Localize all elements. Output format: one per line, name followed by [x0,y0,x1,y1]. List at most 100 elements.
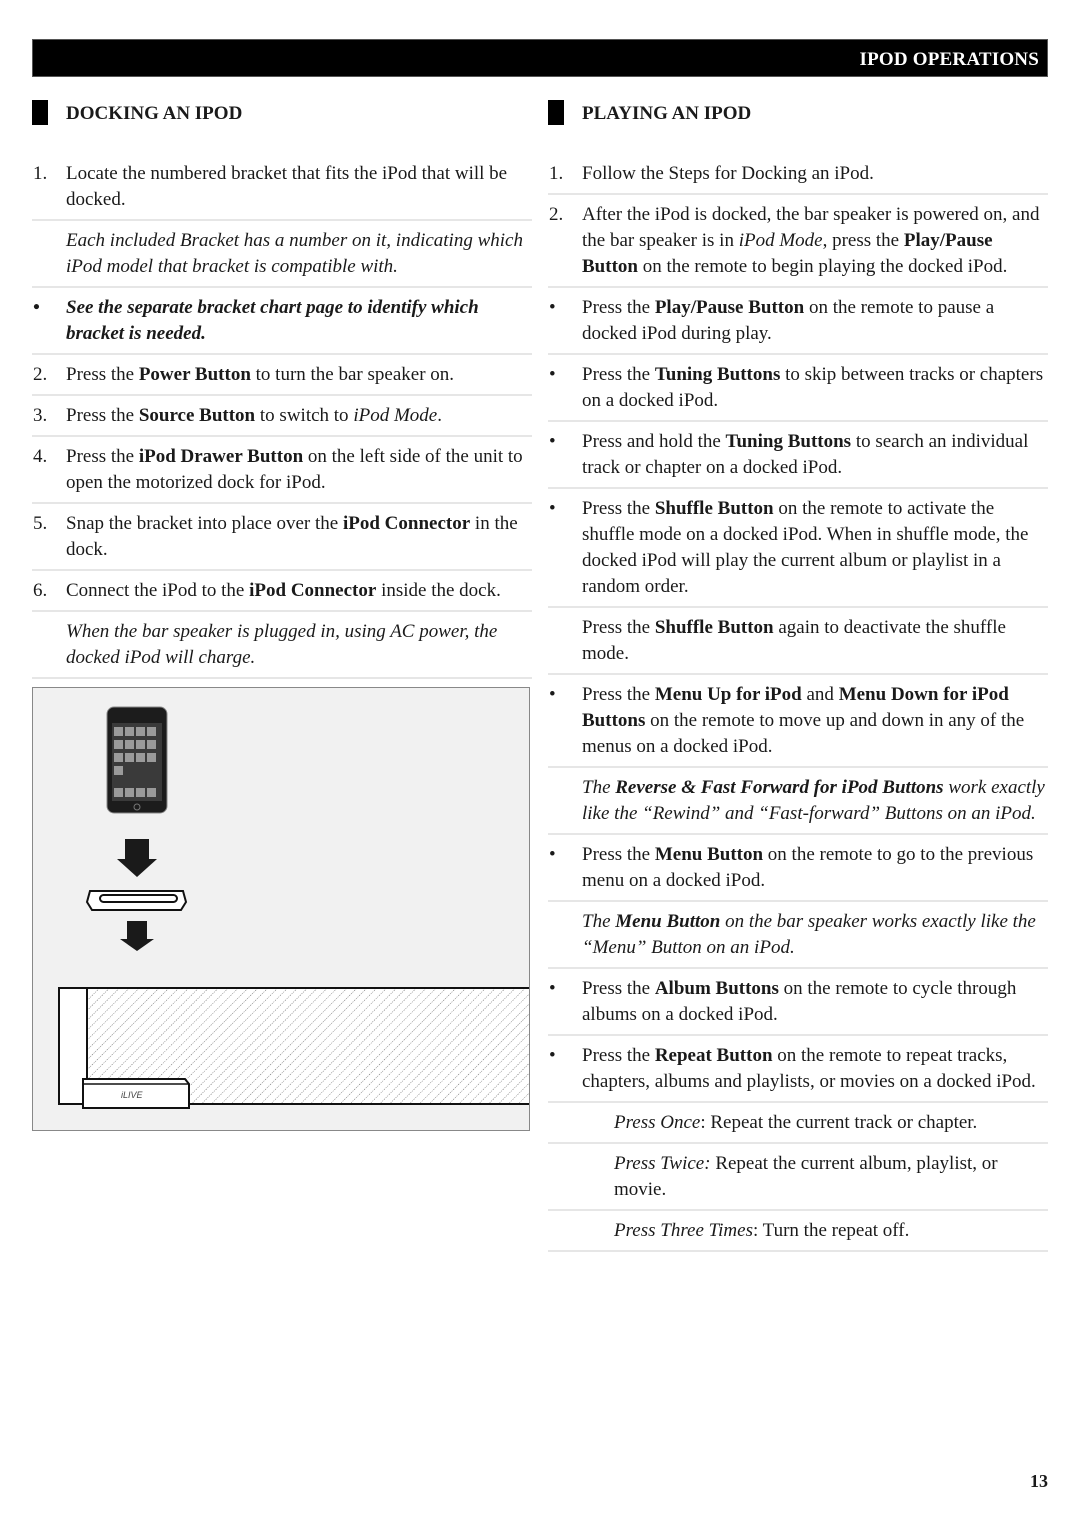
emphasis-term: Power Button [138,364,251,385]
page-section-title: IPOD OPERATIONS [859,49,1039,70]
emphasis-term: Menu Button [654,844,764,865]
text-run: Press the [582,617,655,638]
item-text: Press the Shuffle Button on the remote t… [582,498,1028,597]
text-run: Press and hold the [582,431,726,452]
text-run: Snap the bracket into place over the [66,513,343,534]
list-marker: 6. [33,580,48,601]
text-run: on the remote to begin playing the docke… [637,256,1008,277]
text-run: and [801,684,839,705]
list-item: • Press the Play/Pause Button on the remo… [548,288,1048,355]
emphasis-term: Tuning Buttons [654,364,781,385]
item-text: Press the Shuffle Button again to deacti… [582,617,1006,664]
text-run: Press the [582,684,655,705]
item-text: When the bar speaker is plugged in, usin… [66,621,497,668]
item-text: Press and hold the Tuning Buttons to sea… [582,431,1028,478]
text-run: Press the [66,364,139,385]
playing-column: PLAYING AN IPOD 1. Follow the Steps for D… [548,100,1048,1252]
note-item: When the bar speaker is plugged in, usin… [32,612,532,679]
sub-item: Press Twice: Repeat the current album, p… [548,1144,1048,1211]
item-text: Each included Bracket has a number on it… [66,230,523,277]
text-run: Press the [582,364,655,385]
arrow-down-icon [120,921,154,951]
list-marker: • [549,978,556,999]
list-marker: 4. [33,446,48,467]
text-run: inside the dock. [376,580,501,601]
section-header-bar: IPOD OPERATIONS [32,39,1048,77]
text-run: Press the [582,1045,655,1066]
item-text: Locate the numbered bracket that fits th… [66,163,507,210]
emphasis-term: Repeat Button [654,1045,773,1066]
list-item: 1. Locate the numbered bracket that fits … [32,154,532,221]
item-text: Follow the Steps for Docking an iPod. [582,163,874,184]
list-marker: • [33,297,40,318]
item-text: Press the Menu Button on the remote to g… [582,844,1033,891]
text-run: . [437,405,442,426]
text-run: When the bar speaker is plugged in, usin… [66,621,498,668]
italic-term: iPod Mode [353,405,438,426]
item-text: Connect the iPod to the iPod Connector i… [66,580,501,601]
list-item: 2. Press the Power Button to turn the bar… [32,355,532,396]
list-item: • Press the Shuffle Button on the remote … [548,489,1048,608]
list-item: • Press and hold the Tuning Buttons to se… [548,422,1048,489]
emphasis-term: Play/Pause Button [654,297,805,318]
emphasis-term: Menu Button [615,911,721,932]
item-text: Press the iPod Drawer Button on the left… [66,446,523,493]
italic-term: Press Three Times [614,1220,753,1241]
text-run: Press the [582,978,655,999]
dock-bracket-icon [85,890,188,911]
list-marker: • [549,431,556,452]
list-marker: • [549,498,556,519]
list-marker: 5. [33,513,48,534]
ilive-logo: iLIVE [121,1090,144,1100]
item-text: Press Once: Repeat the current track or … [614,1112,977,1133]
text-run: See the separate bracket chart page to i… [66,297,479,344]
item-text: Press the Source Button to switch to iPo… [66,405,442,426]
item-text: Press the Power Button to turn the bar s… [66,364,454,385]
item-text: Press the Album Buttons on the remote to… [582,978,1016,1025]
docking-heading: DOCKING AN IPOD [32,100,532,126]
sub-item: Press Once: Repeat the current track or … [548,1103,1048,1144]
text-run: : Repeat the current track or chapter. [700,1112,978,1133]
item-text: Press the Play/Pause Button on the remot… [582,297,994,344]
item-text: See the separate bracket chart page to i… [66,297,479,344]
note-item: The Reverse & Fast Forward for iPod Butt… [548,768,1048,835]
docking-column: DOCKING AN IPOD 1. Locate the numbered br… [32,100,532,1131]
item-text: The Reverse & Fast Forward for iPod Butt… [582,777,1045,824]
item-text: Press the Repeat Button on the remote to… [582,1045,1036,1092]
list-marker: • [549,844,556,865]
list-item: 5. Snap the bracket into place over the i… [32,504,532,571]
list-item: 1. Follow the Steps for Docking an iPod. [548,154,1048,195]
list-marker: • [549,1045,556,1066]
italic-term: Press Once [614,1112,701,1133]
emphasis-term: iPod Connector [342,513,471,534]
playing-heading: PLAYING AN IPOD [548,100,1048,126]
note-item: • See the separate bracket chart page to … [32,288,532,355]
text-run: : Turn the repeat off. [752,1220,910,1241]
sub-item: Press Three Times: Turn the repeat off. [548,1211,1048,1252]
text-run: Press the [582,498,655,519]
list-item: • Press the Tuning Buttons to skip betwee… [548,355,1048,422]
list-item: • Press the Repeat Button on the remote t… [548,1036,1048,1103]
docking-diagram: iLIVE [58,706,532,1109]
docking-illustration: iLIVE [32,687,532,1131]
emphasis-term: Shuffle Button [654,498,774,519]
note-item: Each included Bracket has a number on it… [32,221,532,288]
section-marker-icon [548,100,564,125]
docking-steps-list: 1. Locate the numbered bracket that fits … [32,154,532,679]
item-text: Press the Menu Up for iPod and Menu Down… [582,684,1024,757]
text-run: Connect the iPod to the [66,580,250,601]
text-run: The [582,911,616,932]
list-marker: 2. [33,364,48,385]
item-text: Press the Tuning Buttons to skip between… [582,364,1043,411]
bar-speaker-icon: iLIVE [58,987,532,1109]
list-marker: • [549,297,556,318]
italic-term: iPod Mode [738,230,823,251]
emphasis-term: Album Buttons [654,978,779,999]
item-text: After the iPod is docked, the bar speake… [582,204,1039,277]
list-marker: • [549,684,556,705]
item-text: Snap the bracket into place over the iPo… [66,513,518,560]
list-item: 4. Press the iPod Drawer Button on the le… [32,437,532,504]
emphasis-term: iPod Connector [249,580,377,601]
text-run: Press the [66,405,139,426]
text-run: to turn the bar speaker on. [250,364,455,385]
